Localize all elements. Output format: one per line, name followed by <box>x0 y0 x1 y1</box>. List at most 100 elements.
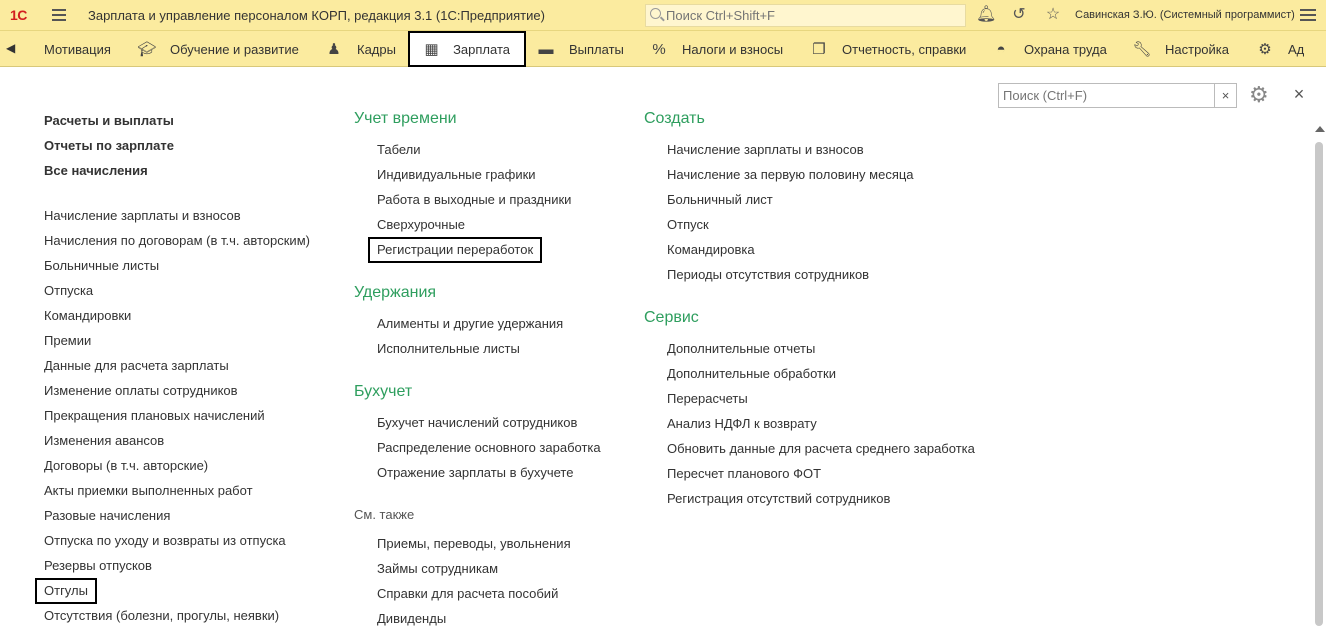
section-payments[interactable]: ▬ Выплаты <box>537 31 624 67</box>
scroll-up-icon[interactable] <box>1315 126 1325 132</box>
left-item[interactable]: Больничные листы <box>44 258 159 274</box>
menu-icon[interactable] <box>1300 9 1316 21</box>
helmet-icon: ◓ <box>996 40 1006 58</box>
section-taxes[interactable]: % Налоги и взносы <box>650 31 783 67</box>
middle-item[interactable]: Табели <box>377 142 421 158</box>
middle-item[interactable]: Алименты и другие удержания <box>377 316 563 332</box>
link-calculations-payments[interactable]: Расчеты и выплаты <box>44 113 174 129</box>
left-item[interactable]: Акты приемки выполненных работ <box>44 483 253 499</box>
see-also-title: См. также <box>354 507 415 522</box>
section-admin[interactable]: ⚙ Ад <box>1256 31 1304 67</box>
scrollbar-thumb[interactable] <box>1315 142 1323 626</box>
wrench-icon: 🔧︎ <box>1132 41 1152 58</box>
section-label: Ад <box>1288 41 1305 57</box>
see-also-item[interactable]: Справки для расчета пособий <box>377 586 558 602</box>
users-icon: ♟ <box>327 41 341 58</box>
clear-search-button[interactable]: × <box>1214 84 1236 107</box>
group-title-time-tracking: Учет времени <box>354 110 457 127</box>
wallet-icon: ▬ <box>538 40 554 58</box>
group-title-accounting: Бухучет <box>354 383 413 400</box>
left-item[interactable]: Отпуска по уходу и возвраты из отпуска <box>44 533 286 549</box>
main-menu-icon[interactable] <box>52 9 66 21</box>
section-hr[interactable]: ♟ Кадры <box>325 31 396 67</box>
service-item[interactable]: Регистрация отсутствий сотрудников <box>667 491 890 507</box>
create-item[interactable]: Начисление за первую половину месяца <box>667 167 914 183</box>
section-settings[interactable]: 🔧︎ Настройка <box>1132 31 1229 67</box>
vertical-scrollbar[interactable] <box>1313 126 1326 627</box>
middle-item[interactable]: Сверхурочные <box>377 217 465 233</box>
section-label: Настройка <box>1165 41 1229 57</box>
group-title-create: Создать <box>644 110 705 127</box>
middle-item[interactable]: Бухучет начислений сотрудников <box>377 415 577 431</box>
left-item[interactable]: Данные для расчета зарплаты <box>44 358 229 374</box>
current-user[interactable]: Савинская З.Ю. (Системный программист) <box>1075 9 1295 21</box>
left-item-time-off[interactable]: Отгулы <box>35 578 97 604</box>
title-bar: 1С Зарплата и управление персоналом КОРП… <box>0 0 1326 31</box>
see-also-item[interactable]: Дивиденды <box>377 611 446 627</box>
create-item[interactable]: Начисление зарплаты и взносов <box>667 142 864 158</box>
link-all-accruals[interactable]: Все начисления <box>44 163 148 179</box>
left-item[interactable]: Начисление зарплаты и взносов <box>44 208 241 224</box>
global-search[interactable] <box>645 4 966 27</box>
service-item[interactable]: Дополнительные отчеты <box>667 341 815 357</box>
section-label: Выплаты <box>569 41 624 57</box>
service-item[interactable]: Пересчет планового ФОТ <box>667 466 821 482</box>
local-search[interactable]: × <box>998 83 1237 108</box>
section-reports[interactable]: ❐ Отчетность, справки <box>810 31 966 67</box>
local-search-input[interactable] <box>1003 87 1213 104</box>
group-title-deductions: Удержания <box>354 284 437 301</box>
middle-item[interactable]: Распределение основного заработка <box>377 440 601 456</box>
left-item[interactable]: Резервы отпусков <box>44 558 152 574</box>
service-item[interactable]: Обновить данные для расчета среднего зар… <box>667 441 975 457</box>
section-label: Охрана труда <box>1024 41 1107 57</box>
calculator-icon: ▦ <box>424 41 439 58</box>
percent-icon: % <box>652 40 666 58</box>
create-item[interactable]: Отпуск <box>667 217 709 233</box>
settings-gear-icon[interactable]: ⚙ <box>1249 84 1275 106</box>
middle-item[interactable]: Исполнительные листы <box>377 341 520 357</box>
service-item[interactable]: Перерасчеты <box>667 391 748 407</box>
scroll-left-icon[interactable]: ◀ <box>6 39 18 57</box>
history-icon[interactable]: ↺ <box>1010 6 1028 24</box>
graduation-cap-icon: 🎓︎ <box>137 41 157 58</box>
left-item[interactable]: Отсутствия (болезни, прогулы, неявки) <box>44 608 279 624</box>
link-salary-reports[interactable]: Отчеты по зарплате <box>44 138 174 154</box>
middle-item[interactable]: Отражение зарплаты в бухучете <box>377 465 573 481</box>
left-item[interactable]: Начисления по договорам (в т.ч. авторски… <box>44 233 310 249</box>
section-motivation[interactable]: Мотивация <box>44 31 111 67</box>
create-item[interactable]: Командировка <box>667 242 755 258</box>
middle-item[interactable]: Индивидуальные графики <box>377 167 536 183</box>
app-title: Зарплата и управление персоналом КОРП, р… <box>88 8 545 23</box>
create-item[interactable]: Больничный лист <box>667 192 773 208</box>
gear-icon: ⚙ <box>1258 41 1272 58</box>
left-item[interactable]: Разовые начисления <box>44 508 170 524</box>
star-icon[interactable]: ☆ <box>1044 6 1062 24</box>
middle-item[interactable]: Работа в выходные и праздники <box>377 192 571 208</box>
bell-icon[interactable]: 🔔︎ <box>976 6 996 24</box>
left-item[interactable]: Командировки <box>44 308 131 324</box>
documents-icon: ❐ <box>812 41 826 58</box>
section-training[interactable]: 🎓︎ Обучение и развитие <box>137 31 298 67</box>
section-label: Зарплата <box>453 41 510 57</box>
close-button[interactable]: × <box>1291 85 1307 103</box>
left-item[interactable]: Изменение оплаты сотрудников <box>44 383 238 399</box>
left-item[interactable]: Прекращения плановых начислений <box>44 408 265 424</box>
left-item[interactable]: Отпуска <box>44 283 93 299</box>
section-safety[interactable]: ◓ Охрана труда <box>992 31 1107 67</box>
service-item[interactable]: Анализ НДФЛ к возврату <box>667 416 817 432</box>
middle-item-overtime-registration[interactable]: Регистрации переработок <box>368 237 543 263</box>
see-also-item[interactable]: Займы сотрудникам <box>377 561 498 577</box>
sections-panel: ◀ Мотивация 🎓︎ Обучение и развитие ♟ Кад… <box>0 31 1326 67</box>
app-logo[interactable]: 1С <box>10 7 27 23</box>
see-also-item[interactable]: Приемы, переводы, увольнения <box>377 536 571 552</box>
create-item[interactable]: Периоды отсутствия сотрудников <box>667 267 869 283</box>
global-search-input[interactable] <box>666 7 956 24</box>
left-item[interactable]: Договоры (в т.ч. авторские) <box>44 458 208 474</box>
section-label: Мотивация <box>44 41 111 57</box>
section-label: Налоги и взносы <box>682 41 784 57</box>
left-item[interactable]: Премии <box>44 333 91 349</box>
left-item[interactable]: Изменения авансов <box>44 433 164 449</box>
service-item[interactable]: Дополнительные обработки <box>667 366 836 382</box>
group-title-service: Сервис <box>644 309 699 326</box>
section-salary[interactable]: ▦ Зарплата <box>408 31 526 67</box>
